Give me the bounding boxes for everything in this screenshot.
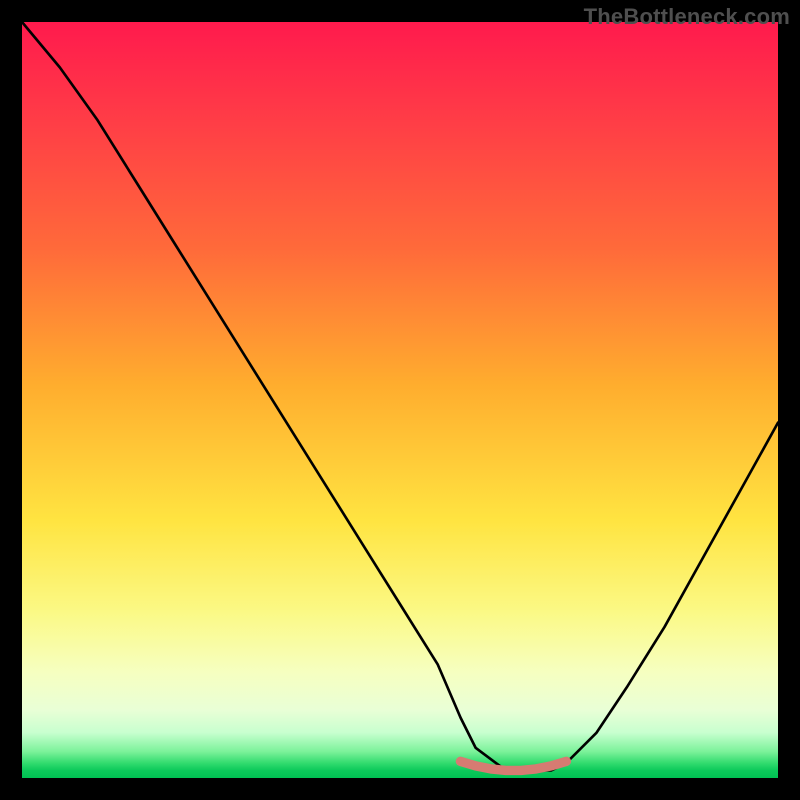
chart-svg (22, 22, 778, 778)
plot-area (22, 22, 778, 778)
watermark-text: TheBottleneck.com (584, 4, 790, 30)
flat-segment (460, 761, 566, 770)
bottleneck-curve (22, 22, 778, 770)
chart-stage: TheBottleneck.com (0, 0, 800, 800)
